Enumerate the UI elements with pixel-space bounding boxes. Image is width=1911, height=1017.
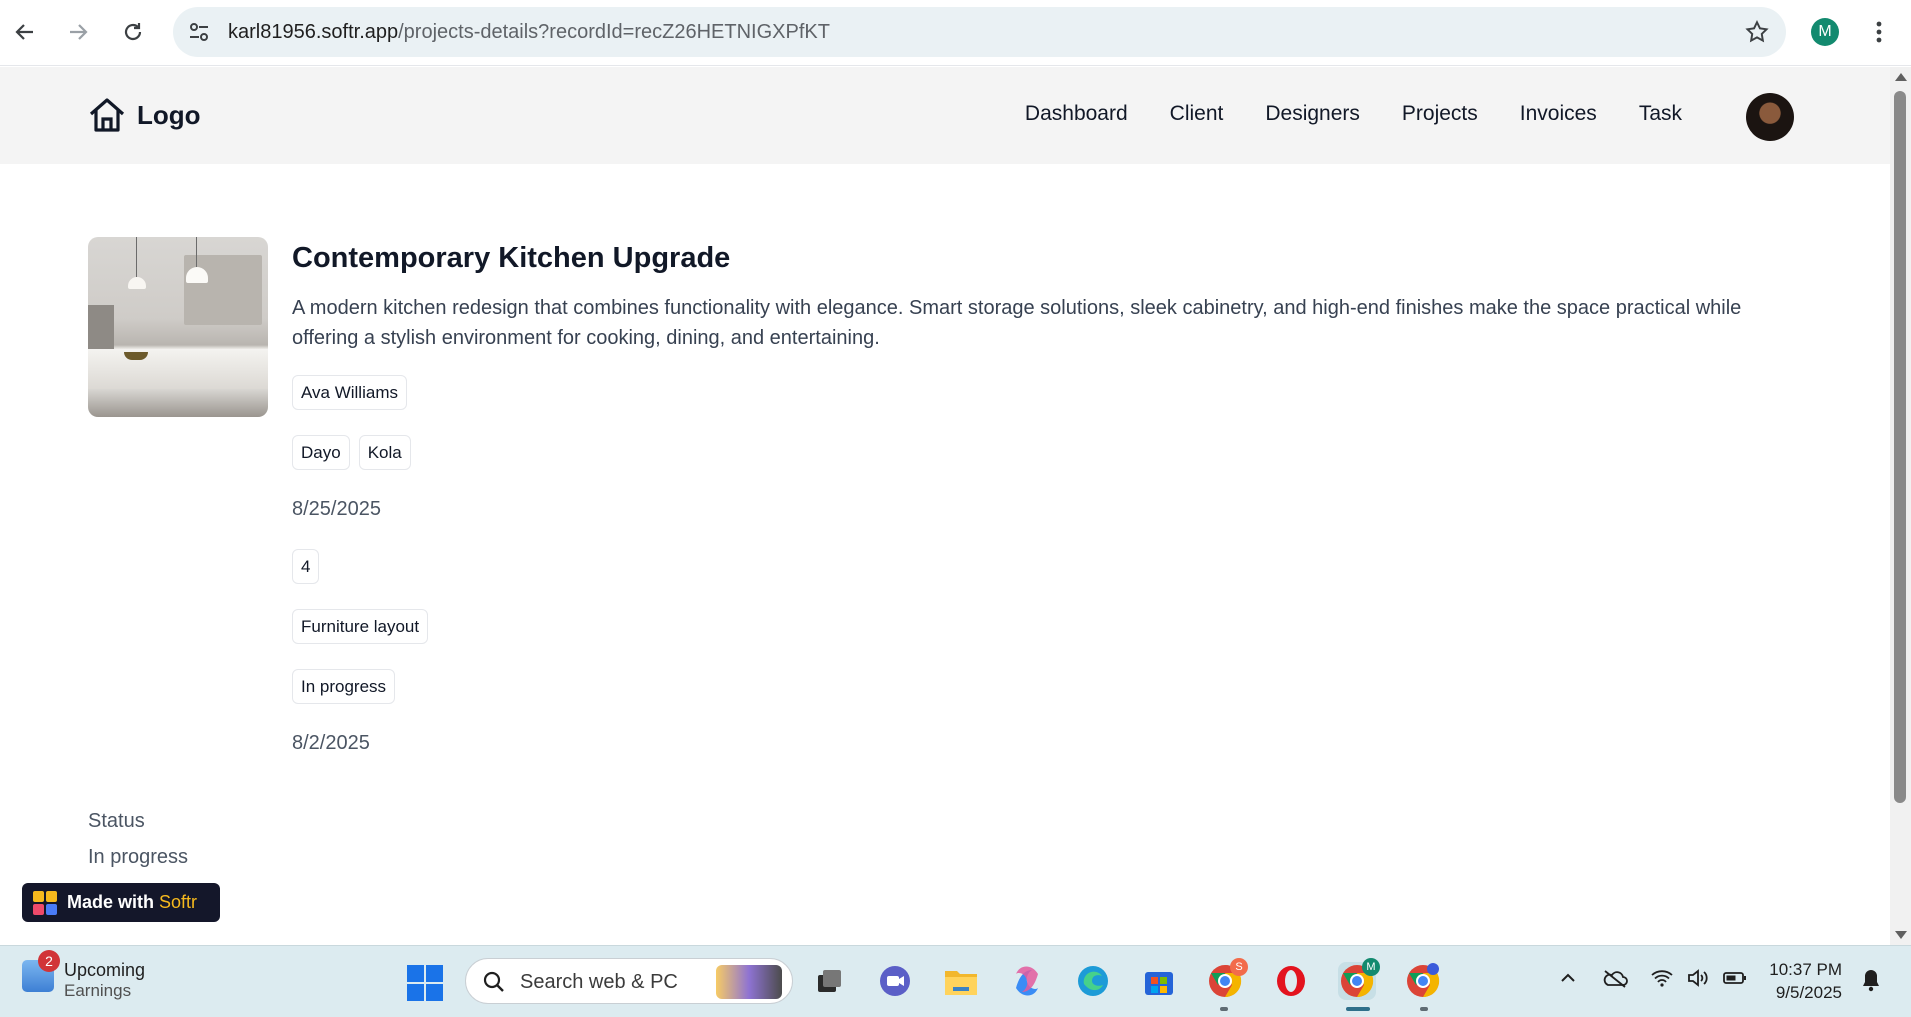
app-active-indicator [1346,1007,1370,1011]
url-text[interactable]: karl81956.softr.app/projects-details?rec… [228,21,830,44]
nav-designers[interactable]: Designers [1265,102,1360,126]
site-settings-icon[interactable] [187,20,211,49]
task-tags: Furniture layout [292,609,429,644]
status-tag: In progress [292,669,396,704]
page-scrollbar[interactable] [1890,67,1911,945]
chrome-profile-s-icon[interactable]: S [1206,958,1248,1000]
system-clock[interactable]: 10:37 PM 9/5/2025 [1760,958,1842,1004]
profile-badge-m: M [1362,958,1380,976]
project-description: A modern kitchen redesign that combines … [292,297,1742,349]
volume-icon[interactable] [1686,968,1710,993]
widgets-icon: 2 [22,950,60,992]
task-view-icon[interactable] [810,962,848,1000]
browser-toolbar: karl81956.softr.app/projects-details?rec… [0,0,1911,66]
count-tags: 4 [292,549,320,584]
designer-tags: Dayo Kola [292,435,411,470]
file-explorer-icon[interactable] [942,962,980,1000]
copilot-icon[interactable] [1008,962,1046,1000]
url-host: karl81956.softr.app [228,21,399,43]
nav-invoices[interactable]: Invoices [1520,102,1597,126]
start-date: 8/25/2025 [292,498,381,520]
notification-badge: 2 [38,950,60,972]
made-with-text: Made with Softr [67,892,197,913]
status-label: Status [88,810,145,832]
taskbar: 2 Upcoming Earnings Search web & PC S M … [0,945,1911,1017]
widgets-button[interactable]: 2 Upcoming Earnings [22,950,146,1001]
main-nav: Dashboard Client Designers Projects Invo… [1025,102,1682,126]
logo-text: Logo [137,99,201,130]
edge-icon[interactable] [1074,962,1112,1000]
user-avatar[interactable] [1746,93,1794,141]
profile-avatar-button[interactable]: M [1811,18,1839,46]
teams-meet-icon[interactable] [876,962,914,1000]
opera-icon[interactable] [1272,962,1310,1000]
site-logo[interactable]: Logo [87,95,201,135]
project-image [88,237,268,417]
status-tags: In progress [292,669,396,704]
count-tag: 4 [292,549,320,584]
client-tags: Ava Williams [292,375,407,410]
task-tag: Furniture layout [292,609,429,644]
arrow-left-icon [15,24,33,40]
reload-button[interactable] [115,14,151,50]
arrow-right-icon [70,24,88,40]
clock-date: 9/5/2025 [1775,983,1842,1002]
browser-menu-button[interactable] [1866,14,1892,50]
profile-badge-s: S [1230,958,1248,976]
made-with-prefix: Made with [67,892,155,912]
widget-title: Upcoming [64,960,146,980]
show-hidden-icons-chevron-icon[interactable] [1558,968,1578,993]
reload-icon [124,23,142,41]
nav-dashboard[interactable]: Dashboard [1025,102,1128,126]
battery-icon[interactable] [1722,968,1748,993]
start-button[interactable] [407,965,443,1001]
widget-subtitle: Earnings [64,981,132,1000]
url-path: /projects-details?recordId=recZ26HETNIGX… [398,21,830,43]
wifi-icon[interactable] [1650,968,1674,993]
designer-tag: Dayo [292,435,350,470]
scroll-down-arrow-icon[interactable] [1895,931,1907,939]
project-title: Contemporary Kitchen Upgrade [292,242,731,274]
clock-time: 10:37 PM [1769,960,1842,979]
profile-initial: M [1818,23,1832,40]
bookmark-star-icon[interactable] [1744,19,1770,50]
back-button[interactable] [7,14,43,50]
home-icon [89,98,125,132]
designer-tag: Kola [358,435,411,470]
app-running-indicator [1420,1007,1428,1011]
forward-button[interactable] [60,14,96,50]
app-running-indicator [1220,1007,1228,1011]
status-value: In progress [88,846,189,868]
nav-projects[interactable]: Projects [1402,102,1478,126]
nav-task[interactable]: Task [1639,102,1682,126]
end-date: 8/2/2025 [292,732,370,754]
search-highlight-icon [716,965,782,999]
softr-logo-icon [33,890,57,915]
chrome-profile-3-icon[interactable] [1404,962,1442,1000]
taskbar-search[interactable]: Search web & PC [465,958,793,1004]
client-tag: Ava Williams [292,375,407,410]
onedrive-cloud-icon[interactable] [1602,968,1628,993]
more-vert-icon [1876,21,1882,43]
notification-bell-icon[interactable] [1860,968,1882,997]
nav-client[interactable]: Client [1170,102,1224,126]
search-icon [483,971,504,992]
made-with-softr-badge[interactable]: Made with Softr [22,883,220,922]
site-header: Logo Dashboard Client Designers Projects… [0,67,1890,164]
scroll-thumb[interactable] [1894,91,1906,803]
made-with-brand: Softr [159,892,198,912]
address-bar[interactable]: karl81956.softr.app/projects-details?rec… [173,7,1786,57]
chrome-profile-m-icon[interactable]: M [1338,958,1380,1000]
scroll-up-arrow-icon[interactable] [1895,73,1907,81]
search-placeholder: Search web & PC [520,971,678,993]
microsoft-store-icon[interactable] [1140,962,1178,1000]
